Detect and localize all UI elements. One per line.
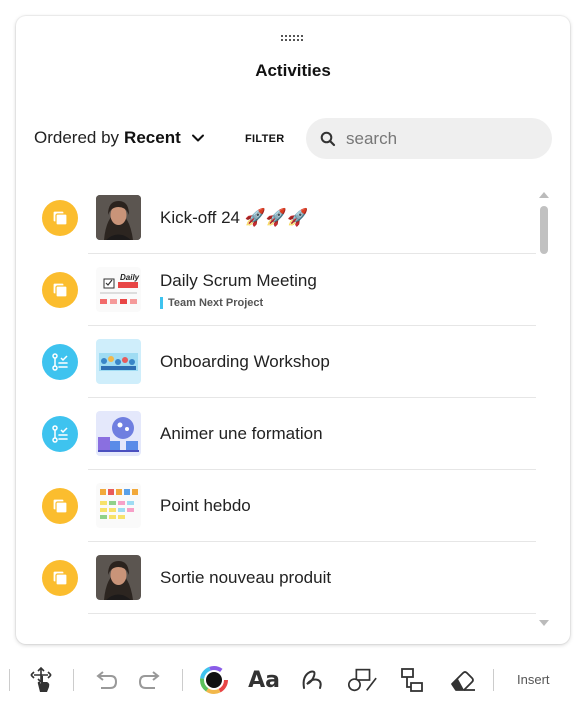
panel-title: Activities: [255, 61, 331, 80]
pen-icon[interactable]: [296, 664, 328, 696]
list-item[interactable]: Sortie nouveau produit: [42, 542, 536, 614]
activity-thumbnail: [96, 195, 141, 240]
scrollbar[interactable]: [538, 190, 550, 626]
workshop-icon: [42, 344, 78, 380]
list-item[interactable]: Daily Daily Scrum Meeting Team Next Proj…: [42, 254, 536, 326]
list-item[interactable]: Onboarding Workshop: [42, 326, 536, 398]
activity-title: Onboarding Workshop: [160, 351, 330, 371]
team-tag: Team Next Project: [160, 296, 317, 309]
eraser-icon[interactable]: [446, 664, 478, 696]
folder-icon: [42, 200, 78, 236]
search-box[interactable]: [306, 118, 552, 159]
toolbar-divider: [9, 669, 10, 691]
activity-title: Daily Scrum Meeting: [160, 270, 317, 290]
order-dropdown[interactable]: Ordered by Recent: [34, 128, 205, 148]
text-icon[interactable]: Aa: [248, 664, 280, 696]
activity-title: Sortie nouveau produit: [160, 567, 332, 587]
chevron-down-icon: [191, 134, 204, 142]
filter-button[interactable]: FILTER: [245, 133, 284, 145]
folder-icon: [42, 560, 78, 596]
scroll-thumb[interactable]: [540, 206, 548, 254]
scroll-up-icon[interactable]: [539, 192, 549, 198]
activity-thumbnail: Daily: [96, 267, 141, 312]
insert-button[interactable]: Insert: [517, 672, 550, 687]
move-icon[interactable]: [25, 664, 57, 696]
search-icon: [320, 131, 336, 146]
activity-thumbnail: [96, 411, 141, 456]
connector-icon[interactable]: [396, 664, 428, 696]
scroll-down-icon[interactable]: [539, 620, 549, 626]
activity-title: Kick-off 24 🚀🚀🚀: [160, 207, 309, 227]
folder-icon: [42, 488, 78, 524]
activities-list: Kick-off 24 🚀🚀🚀 Daily Daily Scrum Meetin…: [16, 182, 536, 614]
list-item[interactable]: Animer une formation: [42, 398, 536, 470]
list-item[interactable]: Point hebdo: [42, 470, 536, 542]
redo-icon[interactable]: [135, 664, 167, 696]
undo-icon[interactable]: [89, 664, 121, 696]
toolbar-divider: [493, 669, 494, 691]
order-value: Recent: [124, 128, 181, 147]
svg-text:Daily: Daily: [120, 273, 140, 282]
folder-icon: [42, 272, 78, 308]
search-input[interactable]: [346, 128, 536, 149]
toolbar-divider: [182, 669, 183, 691]
activities-panel: Activities Ordered by Recent FILTER Kick…: [16, 16, 570, 644]
bottom-toolbar: Aa Insert: [0, 660, 586, 700]
drag-handle-icon[interactable]: [281, 35, 305, 45]
color-picker-icon[interactable]: [198, 664, 230, 696]
list-item[interactable]: Kick-off 24 🚀🚀🚀: [42, 182, 536, 254]
activity-title: Point hebdo: [160, 495, 251, 515]
activity-thumbnail: [96, 483, 141, 528]
toolbar-divider: [73, 669, 74, 691]
activity-thumbnail: [96, 339, 141, 384]
activity-thumbnail: [96, 555, 141, 600]
shapes-icon[interactable]: [346, 664, 378, 696]
activity-title: Animer une formation: [160, 423, 323, 443]
order-label: Ordered by: [34, 128, 120, 147]
workshop-icon: [42, 416, 78, 452]
